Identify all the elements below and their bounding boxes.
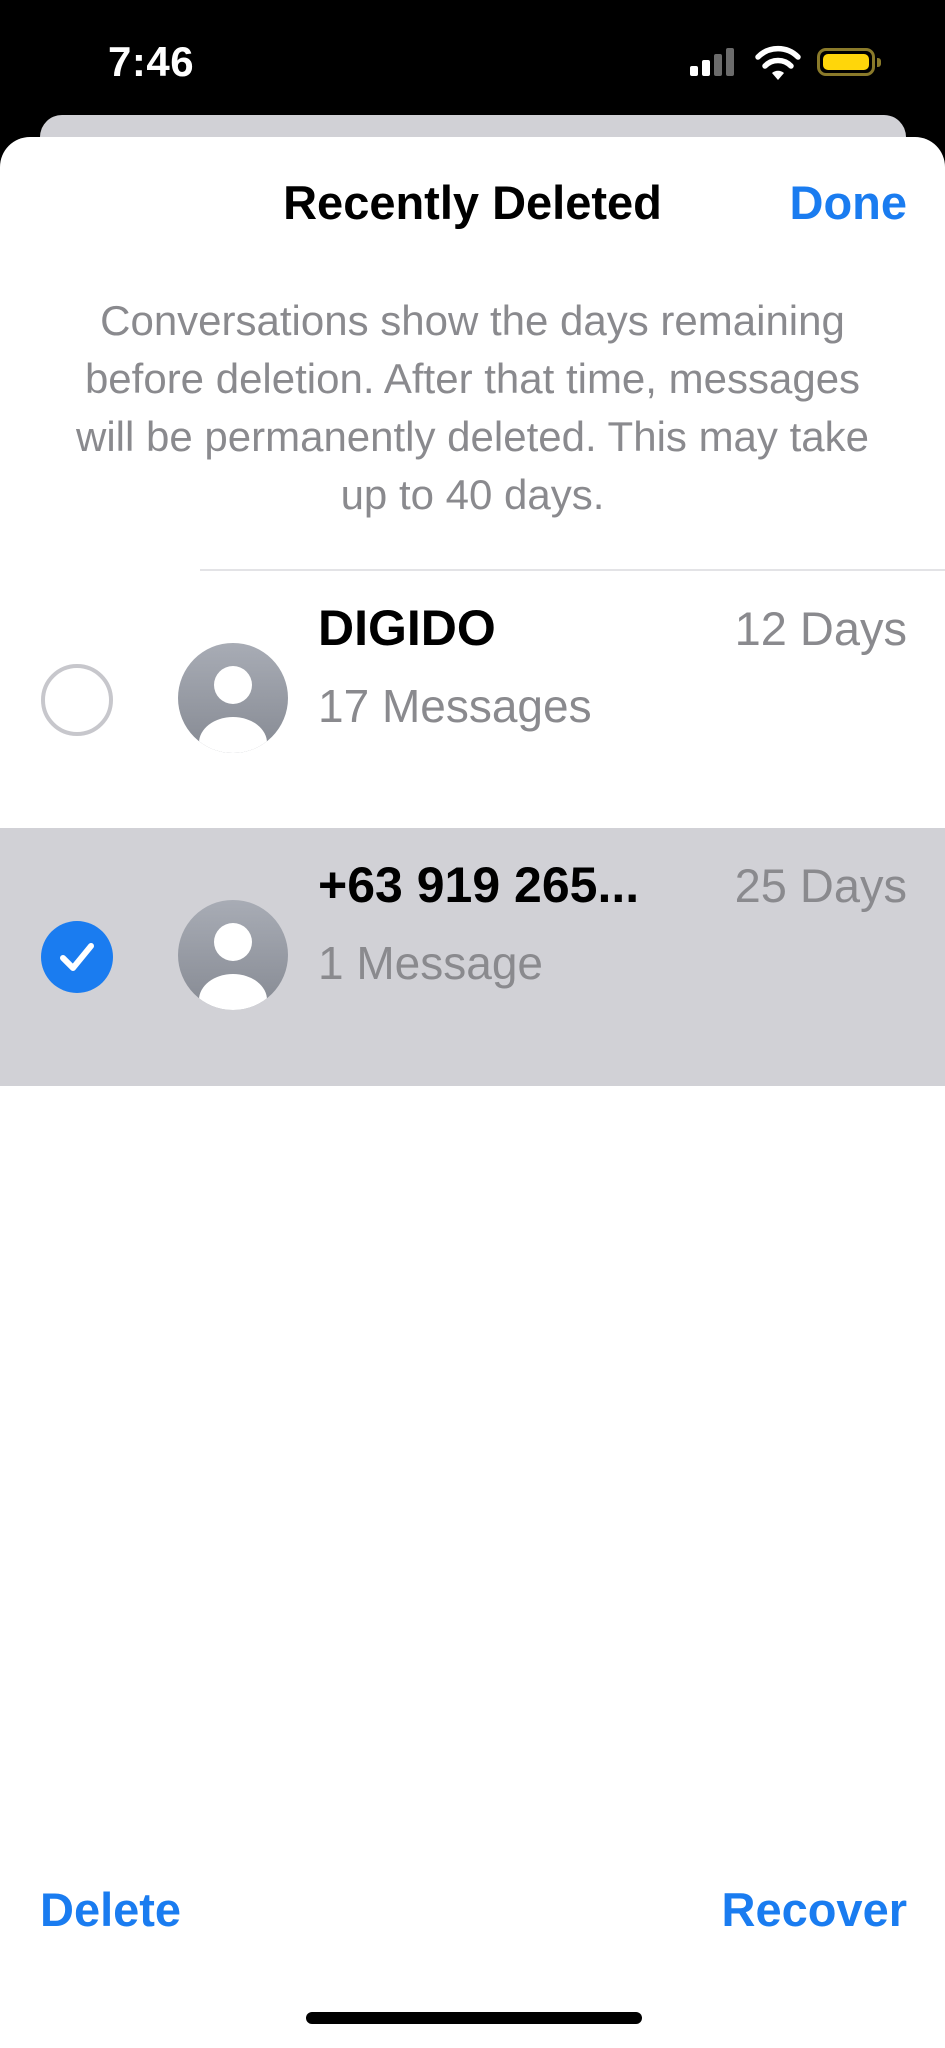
delete-button[interactable]: Delete xyxy=(40,1882,181,1937)
checkmark-circle-icon[interactable] xyxy=(41,921,113,993)
deletion-info-text: Conversations show the days remaining be… xyxy=(76,297,869,518)
unchecked-circle-icon[interactable] xyxy=(41,664,113,736)
days-remaining: 25 Days xyxy=(734,859,907,912)
wifi-icon xyxy=(755,45,801,80)
battery-icon xyxy=(817,48,881,76)
days-remaining: 12 Days xyxy=(734,602,907,655)
conversation-row[interactable]: DIGIDO 12 Days 17 Messages xyxy=(0,571,945,829)
message-count: 1 Message xyxy=(318,937,544,989)
conversation-name: DIGIDO xyxy=(318,600,496,656)
home-indicator[interactable] xyxy=(306,2012,642,2024)
done-button[interactable]: Done xyxy=(790,175,908,230)
conversation-name: +63 919 265... xyxy=(318,857,640,913)
conversation-row[interactable]: +63 919 265... 25 Days 1 Message xyxy=(0,828,945,1086)
status-time: 7:46 xyxy=(108,38,195,85)
contact-avatar-icon xyxy=(178,643,288,753)
contact-avatar-icon xyxy=(178,900,288,1010)
recover-button[interactable]: Recover xyxy=(722,1882,908,1937)
message-count: 17 Messages xyxy=(318,680,592,732)
